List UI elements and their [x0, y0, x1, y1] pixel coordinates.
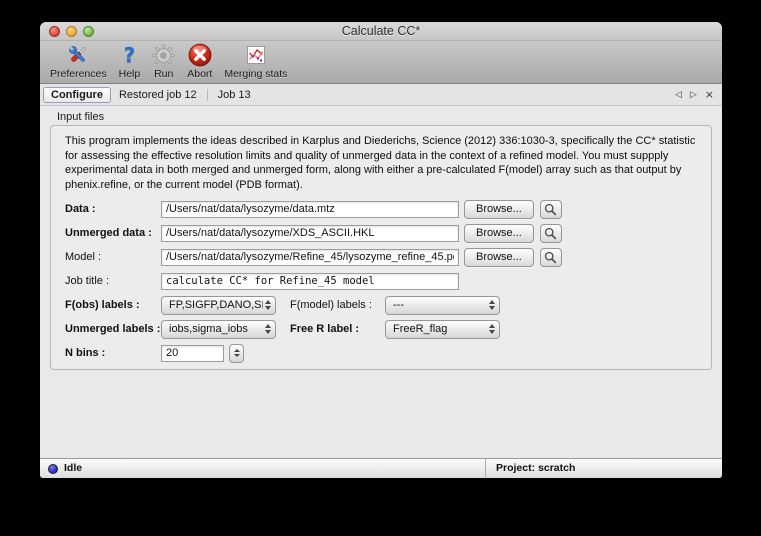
screen: { "window": { "title": "Calculate CC*" }… [0, 0, 761, 536]
help-button[interactable]: ? Help [115, 42, 145, 81]
fobs-labels-label: F(obs) labels : [65, 299, 140, 311]
preferences-button[interactable]: Preferences [46, 42, 111, 81]
toolbar-label: Preferences [50, 68, 107, 80]
chevron-updown-icon [487, 300, 496, 310]
tab-controls: ◁ ▷ × [675, 88, 714, 101]
title-bar[interactable]: Calculate CC* [40, 22, 722, 41]
data-row: Data : Browse... [65, 199, 697, 219]
magnifier-icon [545, 227, 557, 239]
fobs-labels-dropdown[interactable]: FP,SIGFP,DANO,SI... [161, 295, 276, 315]
tab-bar: Configure Restored job 12 Job 13 ◁ ▷ × [40, 84, 722, 106]
unmerged-labels-label: Unmerged labels : [65, 323, 161, 335]
run-button[interactable]: Run [148, 42, 179, 81]
data-path-input[interactable] [161, 200, 459, 218]
chevron-updown-icon [263, 324, 272, 334]
statusbar-divider [485, 459, 486, 478]
tab-divider [206, 88, 208, 101]
free-r-label-label: Free R label : [290, 323, 360, 335]
project-label: Project: scratch [496, 462, 576, 474]
toolbar-label: Merging stats [224, 68, 288, 80]
status-led-icon [48, 464, 58, 474]
tab-close-icon[interactable]: × [705, 88, 714, 101]
app-window: Calculate CC* Preferences ? Help Run Abo… [40, 22, 722, 478]
window-title: Calculate CC* [341, 24, 421, 38]
model-browse-button[interactable]: Browse... [464, 247, 534, 267]
n-bins-row: N bins : [65, 343, 697, 363]
toolbar-label: Abort [187, 68, 213, 80]
toolbar-label: Help [118, 68, 141, 80]
close-window-button[interactable] [49, 26, 60, 37]
tab-scroll-left-icon[interactable]: ◁ [675, 90, 682, 100]
chevron-updown-icon [487, 324, 496, 334]
fmodel-labels-label: F(model) labels : [290, 299, 372, 311]
tab-configure[interactable]: Configure [43, 86, 111, 103]
job-title-input[interactable] [161, 272, 459, 290]
tab-job-13[interactable]: Job 13 [210, 87, 259, 103]
n-bins-label: N bins : [65, 347, 106, 359]
free-r-label-dropdown[interactable]: FreeR_flag [385, 319, 500, 339]
unmerged-data-browse-button[interactable]: Browse... [464, 223, 534, 243]
minimize-window-button[interactable] [66, 26, 77, 37]
chart-icon [246, 43, 266, 67]
program-description: This program implements the ideas descri… [65, 135, 696, 191]
input-files-section-label: Input files [57, 111, 105, 123]
model-path-input[interactable] [161, 248, 459, 266]
unmerged-freer-row: Unmerged labels : iobs,sigma_iobs Free R… [65, 319, 697, 339]
chevron-updown-icon [263, 300, 272, 310]
configure-panel: Input files This program implements the … [40, 108, 722, 458]
toolbar: Preferences ? Help Run Abort Merging sta… [40, 41, 722, 84]
magnifier-icon [545, 251, 557, 263]
model-view-button[interactable] [539, 247, 562, 267]
tab-restored-job-12[interactable]: Restored job 12 [111, 87, 205, 103]
gear-icon [152, 43, 175, 67]
job-title-row: Job title : [65, 272, 697, 290]
unmerged-data-row: Unmerged data : Browse... [65, 223, 697, 243]
unmerged-data-label: Unmerged data : [65, 227, 152, 239]
toolbar-label: Run [154, 68, 174, 80]
data-label: Data : [65, 203, 96, 215]
unmerged-data-view-button[interactable] [539, 223, 562, 243]
status-text: Idle [64, 462, 83, 474]
data-view-button[interactable] [539, 199, 562, 219]
job-title-label: Job title : [65, 275, 110, 287]
fobs-fmodel-row: F(obs) labels : FP,SIGFP,DANO,SI... F(mo… [65, 295, 697, 315]
unmerged-data-path-input[interactable] [161, 224, 459, 242]
abort-icon [188, 43, 212, 67]
model-row: Model : Browse... [65, 247, 697, 267]
tab-scroll-right-icon[interactable]: ▷ [690, 90, 697, 100]
magnifier-icon [545, 203, 557, 215]
zoom-window-button[interactable] [83, 26, 94, 37]
merging-stats-button[interactable]: Merging stats [220, 42, 291, 81]
model-label: Model : [65, 251, 102, 263]
tools-icon [66, 43, 90, 67]
traffic-lights [49, 26, 94, 37]
help-icon: ? [123, 43, 136, 67]
abort-button[interactable]: Abort [183, 42, 216, 81]
n-bins-input[interactable] [161, 344, 224, 362]
fmodel-labels-dropdown[interactable]: --- [385, 295, 500, 315]
status-bar: Idle Project: scratch [40, 458, 722, 478]
n-bins-stepper[interactable] [229, 343, 244, 363]
input-files-groupbox: This program implements the ideas descri… [50, 125, 712, 370]
unmerged-labels-dropdown[interactable]: iobs,sigma_iobs [161, 319, 276, 339]
data-browse-button[interactable]: Browse... [464, 199, 534, 219]
